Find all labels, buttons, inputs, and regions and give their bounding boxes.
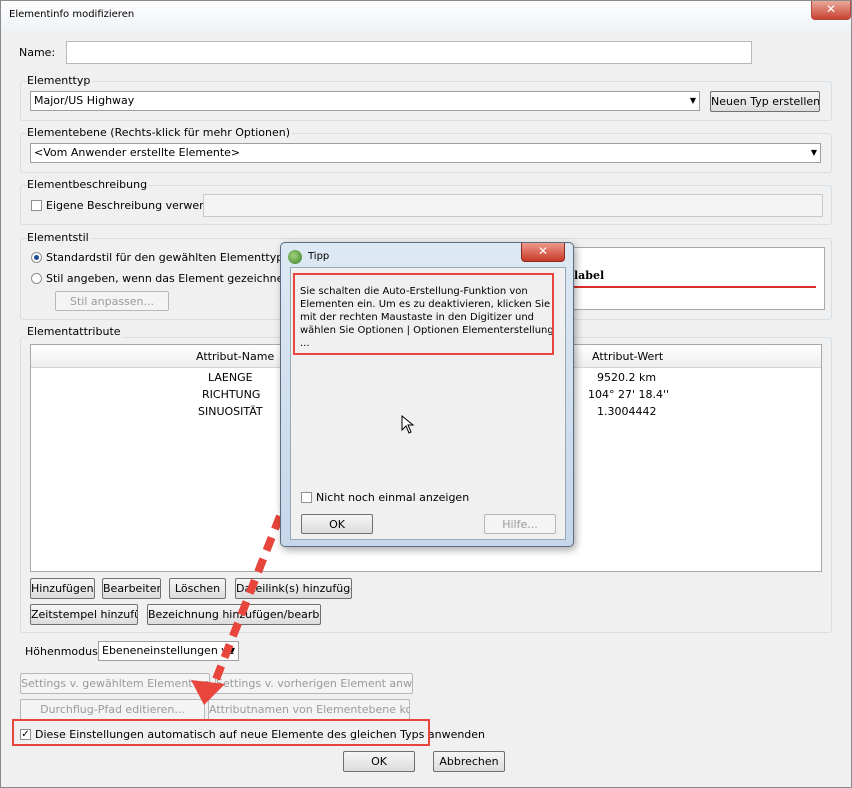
tip-dialog-title: Tipp [308, 251, 330, 262]
tip-ok-button[interactable]: OK [301, 514, 373, 534]
element-info-window: Elementinfo modifizieren ✕ Name: Element… [0, 0, 852, 788]
mouse-cursor-icon [401, 415, 415, 434]
tip-dialog: Tipp ✕ Sie schalten die Auto-Erstellung-… [280, 242, 574, 547]
close-icon[interactable]: ✕ [521, 243, 565, 262]
dont-show-again-label: Nicht noch einmal anzeigen [316, 491, 470, 504]
dont-show-again-checkbox[interactable] [301, 492, 312, 503]
tip-help-button[interactable]: Hilfe... [484, 514, 556, 534]
tip-message-highlight [293, 273, 554, 355]
app-logo-icon [288, 250, 302, 264]
